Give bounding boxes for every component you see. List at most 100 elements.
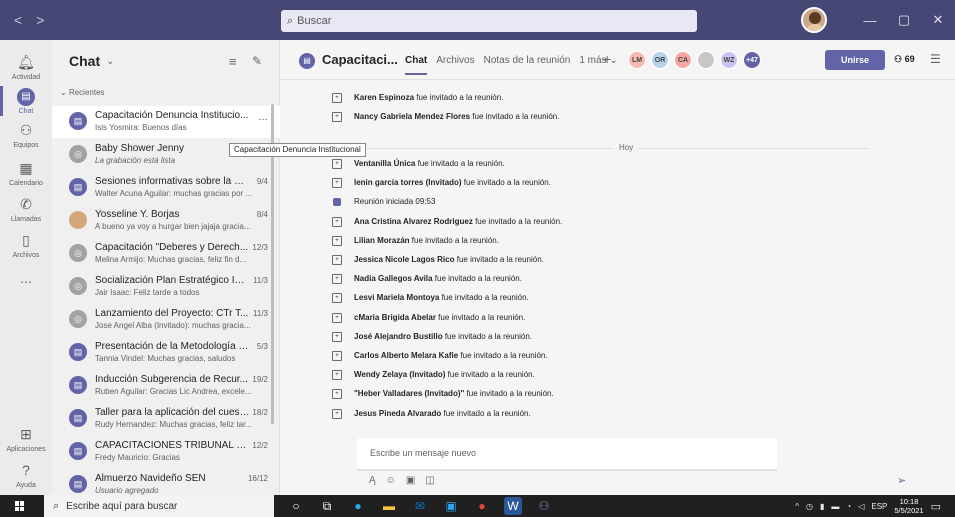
person-name[interactable]: Ventanilla Única <box>354 159 415 168</box>
menu-icon[interactable]: ☰ <box>930 52 941 66</box>
back-icon[interactable]: < <box>14 12 22 28</box>
conversation-header: ▤ Capacitaci... Chat Archivos Notas de l… <box>280 40 955 80</box>
rail-item-chat[interactable]: ▤ Chat <box>0 86 52 116</box>
rail-item-ayuda[interactable]: ? Ayuda <box>0 460 52 489</box>
mail-icon[interactable]: ✉ <box>411 497 429 515</box>
teams-taskbar-icon[interactable]: ⚇ <box>535 497 553 515</box>
chat-list-item[interactable]: ▤ Capacitación Denuncia Institucio... Is… <box>52 106 280 138</box>
more-participants-badge[interactable]: +47 <box>743 51 761 69</box>
chat-list-item[interactable]: ◎ Capacitación "Deberes y Derech... 12/3… <box>52 238 280 270</box>
forward-icon[interactable]: > <box>36 12 44 28</box>
emoji-icon[interactable]: ☺ <box>386 475 396 486</box>
word-icon[interactable]: W <box>504 497 522 515</box>
minimize-icon[interactable]: — <box>853 13 887 28</box>
message-input[interactable]: Escribe un mensaje nuevo <box>357 438 777 471</box>
add-tab-icon[interactable]: + <box>603 51 611 67</box>
chevron-up-icon[interactable]: ^ <box>795 502 799 511</box>
person-name[interactable]: Karen Espinoza <box>354 93 414 102</box>
rail-item-actividad[interactable]: 🔔︎ Actividad <box>0 52 52 81</box>
rail-item-aplicaciones[interactable]: ⊞ Aplicaciones <box>0 424 52 453</box>
event-text: José Alejandro Bustillo fue invitado a l… <box>354 332 532 341</box>
person-name[interactable]: Nadia Gallegos Avila <box>354 274 433 283</box>
person-name[interactable]: José Alejandro Bustillo <box>354 332 443 341</box>
tab-more[interactable]: 1 más ⌄ <box>579 55 617 75</box>
rail-item-llamadas[interactable]: ✆ Llamadas <box>0 194 52 223</box>
recording-icon: ◎ <box>69 310 87 328</box>
chat-list-item[interactable]: ▤ Sesiones informativas sobre la Pol... … <box>52 172 280 204</box>
meeting-icon: ▤ <box>69 112 87 130</box>
people-count: 69 <box>904 54 915 64</box>
meet-now-icon[interactable]: ◷ <box>806 502 813 511</box>
gif-icon[interactable]: ▣ <box>406 475 415 486</box>
person-name[interactable]: Lesvi Mariela Montoya <box>354 293 439 302</box>
section-recientes[interactable]: ⌄ Recientes <box>52 82 279 106</box>
more-options-icon[interactable]: … <box>258 112 268 123</box>
person-name[interactable]: cMaria Brigida Abelar <box>354 313 436 322</box>
profile-avatar[interactable] <box>801 7 827 33</box>
people-button[interactable]: ⚇ 69 <box>894 54 915 65</box>
chat-preview: Melina Armijo: Muchas gracias, feliz fin… <box>95 255 247 264</box>
participant-avatar[interactable]: CA <box>674 51 692 69</box>
join-button[interactable]: Unirse <box>825 50 885 70</box>
participant-avatar[interactable]: LM <box>628 51 646 69</box>
file-explorer-icon[interactable]: ▬ <box>380 497 398 515</box>
search-input[interactable]: ⌕ Buscar <box>281 10 697 32</box>
person-name[interactable]: Jessica Nicole Lagos Rico <box>354 255 455 264</box>
person-name[interactable]: "Heber Valladares (Invitado)" <box>354 389 464 398</box>
chat-list-item[interactable]: ▤ Presentación de la Metodología d... 5/… <box>52 337 280 369</box>
meeting-icon: ▤ <box>69 343 87 361</box>
send-icon[interactable]: ➢ <box>897 474 906 487</box>
person-name[interactable]: Ana Cristina Alvarez Rodriguez <box>354 217 473 226</box>
chat-list-title[interactable]: Chat <box>69 53 100 69</box>
tab-notas[interactable]: Notas de la reunión <box>484 55 571 75</box>
person-name[interactable]: Wendy Zelaya (Invitado) <box>354 370 445 379</box>
participant-avatar[interactable]: OR <box>651 51 669 69</box>
language-indicator[interactable]: ESP <box>871 502 887 511</box>
task-view-icon[interactable]: ⧉ <box>318 497 336 515</box>
chevron-down-icon[interactable]: ⌄ <box>106 56 114 67</box>
battery-icon[interactable]: ▬ <box>831 502 839 511</box>
chat-list-item[interactable]: ▤ Inducción Subgerencia de Recur... 19/2… <box>52 370 280 402</box>
wifi-icon[interactable]: ◔ <box>846 502 851 511</box>
tab-chat[interactable]: Chat <box>405 55 428 75</box>
close-icon[interactable]: ✕ <box>921 12 955 28</box>
new-chat-icon[interactable]: ✎ <box>252 54 262 68</box>
person-name[interactable]: lenin garcía torres (Invitado) <box>354 178 462 187</box>
chat-list-item[interactable]: ◎ Lanzamiento del Proyecto: CTr T... 11/… <box>52 304 280 336</box>
phone-link-icon[interactable]: ▮ <box>820 502 824 511</box>
tab-archivos[interactable]: Archivos <box>436 55 474 75</box>
chat-list-item[interactable]: ◎ Socialización Plan Estratégico Ins... … <box>52 271 280 303</box>
store-icon[interactable]: ▣ <box>442 497 460 515</box>
cortana-icon[interactable]: ○ <box>287 497 305 515</box>
rail-item-calendario[interactable]: ▦ Calendario <box>0 158 52 187</box>
clock[interactable]: 10:18 5/5/2021 <box>894 497 923 515</box>
taskbar-search[interactable]: ⌕ Escribe aquí para buscar <box>44 495 274 517</box>
format-icon[interactable]: Ą <box>369 475 376 486</box>
chat-list-item[interactable]: Yosseline Y. Borjas 8/4 A bueno ya voy a… <box>52 205 280 237</box>
edge-icon[interactable]: ● <box>349 497 367 515</box>
person-name[interactable]: Lilian Morazán <box>354 236 410 245</box>
person-name[interactable]: Carlos Alberto Melara Kafie <box>354 351 458 360</box>
rail-item-archivos[interactable]: ▯ Archivos <box>0 230 52 259</box>
rail-label: Archivos <box>12 252 40 259</box>
rail-item-more[interactable]: ... <box>0 268 52 290</box>
notifications-icon[interactable]: ▭ <box>931 500 941 513</box>
chat-list-item[interactable]: ▤ CAPACITACIONES TRIBUNAL SU... 12/2 Fre… <box>52 436 280 468</box>
chrome-icon[interactable]: ● <box>473 497 491 515</box>
person-name[interactable]: Jesus Pineda Alvarado <box>354 409 441 418</box>
volume-icon[interactable]: ◁ <box>858 502 864 511</box>
rail-item-equipos[interactable]: ⚇ Equipos <box>0 120 52 149</box>
participant-avatar[interactable]: WZ <box>720 51 738 69</box>
person-name[interactable]: Nancy Gabriela Mendez Flores <box>354 112 470 121</box>
sticker-icon[interactable]: ◫ <box>425 475 434 486</box>
chat-list-item[interactable]: ▤ Almuerzo Navideño SEN 16/12 Usuario ag… <box>52 469 280 495</box>
recording-icon: ◎ <box>69 277 87 295</box>
meeting-title[interactable]: Capacitaci... <box>322 52 398 67</box>
event-description: fue invitado a la reunión. <box>454 255 544 264</box>
participant-avatar[interactable] <box>697 51 715 69</box>
filter-icon[interactable]: ≡ <box>229 54 237 69</box>
maximize-icon[interactable]: ▢ <box>887 12 921 28</box>
chat-list-item[interactable]: ▤ Taller para la aplicación del cuest...… <box>52 403 280 435</box>
participants[interactable]: LM OR CA WZ +47 <box>628 51 761 69</box>
windows-start-icon[interactable] <box>15 501 25 511</box>
